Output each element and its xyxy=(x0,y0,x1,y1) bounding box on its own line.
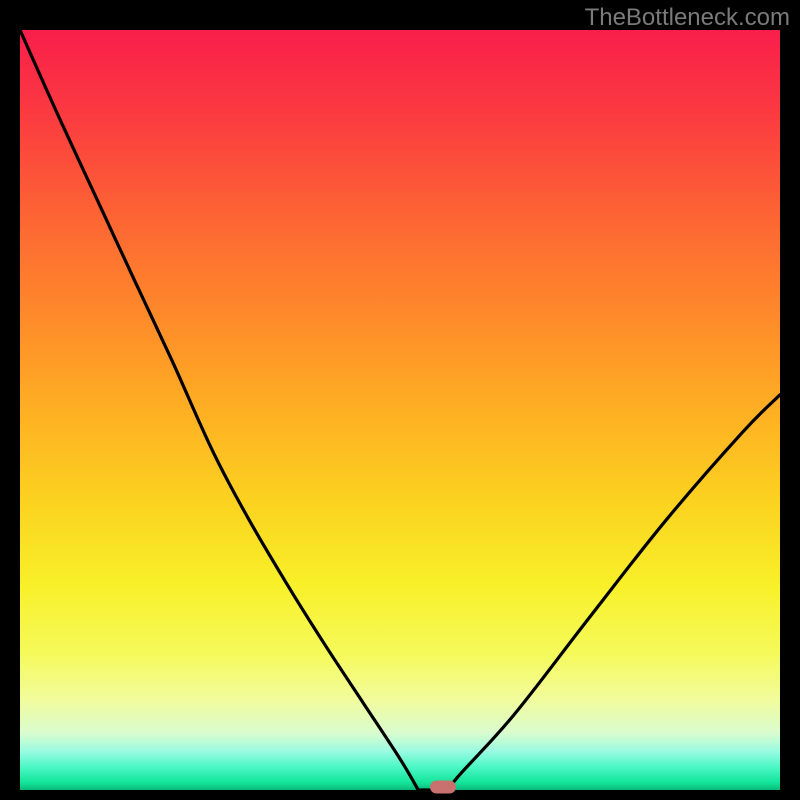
attribution-text: TheBottleneck.com xyxy=(585,4,790,32)
bottleneck-curve xyxy=(20,30,780,790)
optimal-point-marker xyxy=(430,780,456,793)
chart-svg xyxy=(20,30,780,790)
